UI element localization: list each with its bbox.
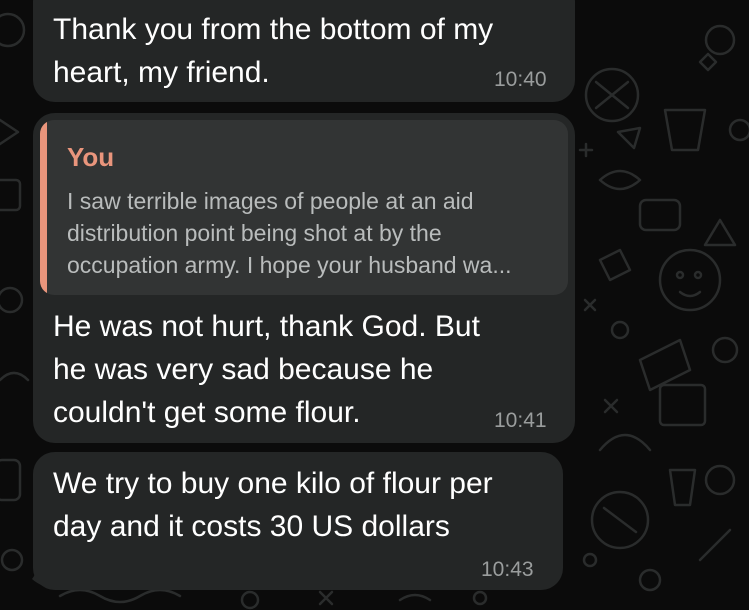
quoted-reply[interactable]: You I saw terrible images of people at a…	[40, 120, 568, 295]
message-text: We try to buy one kilo of flour per day …	[53, 467, 493, 543]
message-timestamp: 10:43	[481, 558, 534, 581]
quote-author: You	[67, 142, 115, 172]
message-text: Thank you from the bottom of my heart, m…	[53, 13, 494, 89]
quote-accent-bar	[40, 120, 47, 295]
message-bubble-incoming[interactable]: You I saw terrible images of people at a…	[33, 113, 575, 443]
message-bubble-incoming[interactable]: We try to buy one kilo of flour per day …	[33, 452, 563, 590]
message-text: He was not hurt, thank God. But he was v…	[53, 310, 480, 429]
bubble-tail	[32, 555, 60, 590]
quote-text: I saw terrible images of people at an ai…	[67, 188, 512, 278]
message-timestamp: 10:40	[494, 68, 547, 91]
message-timestamp: 10:41	[494, 409, 547, 432]
message-bubble-incoming[interactable]: Thank you from the bottom of my heart, m…	[33, 0, 575, 102]
